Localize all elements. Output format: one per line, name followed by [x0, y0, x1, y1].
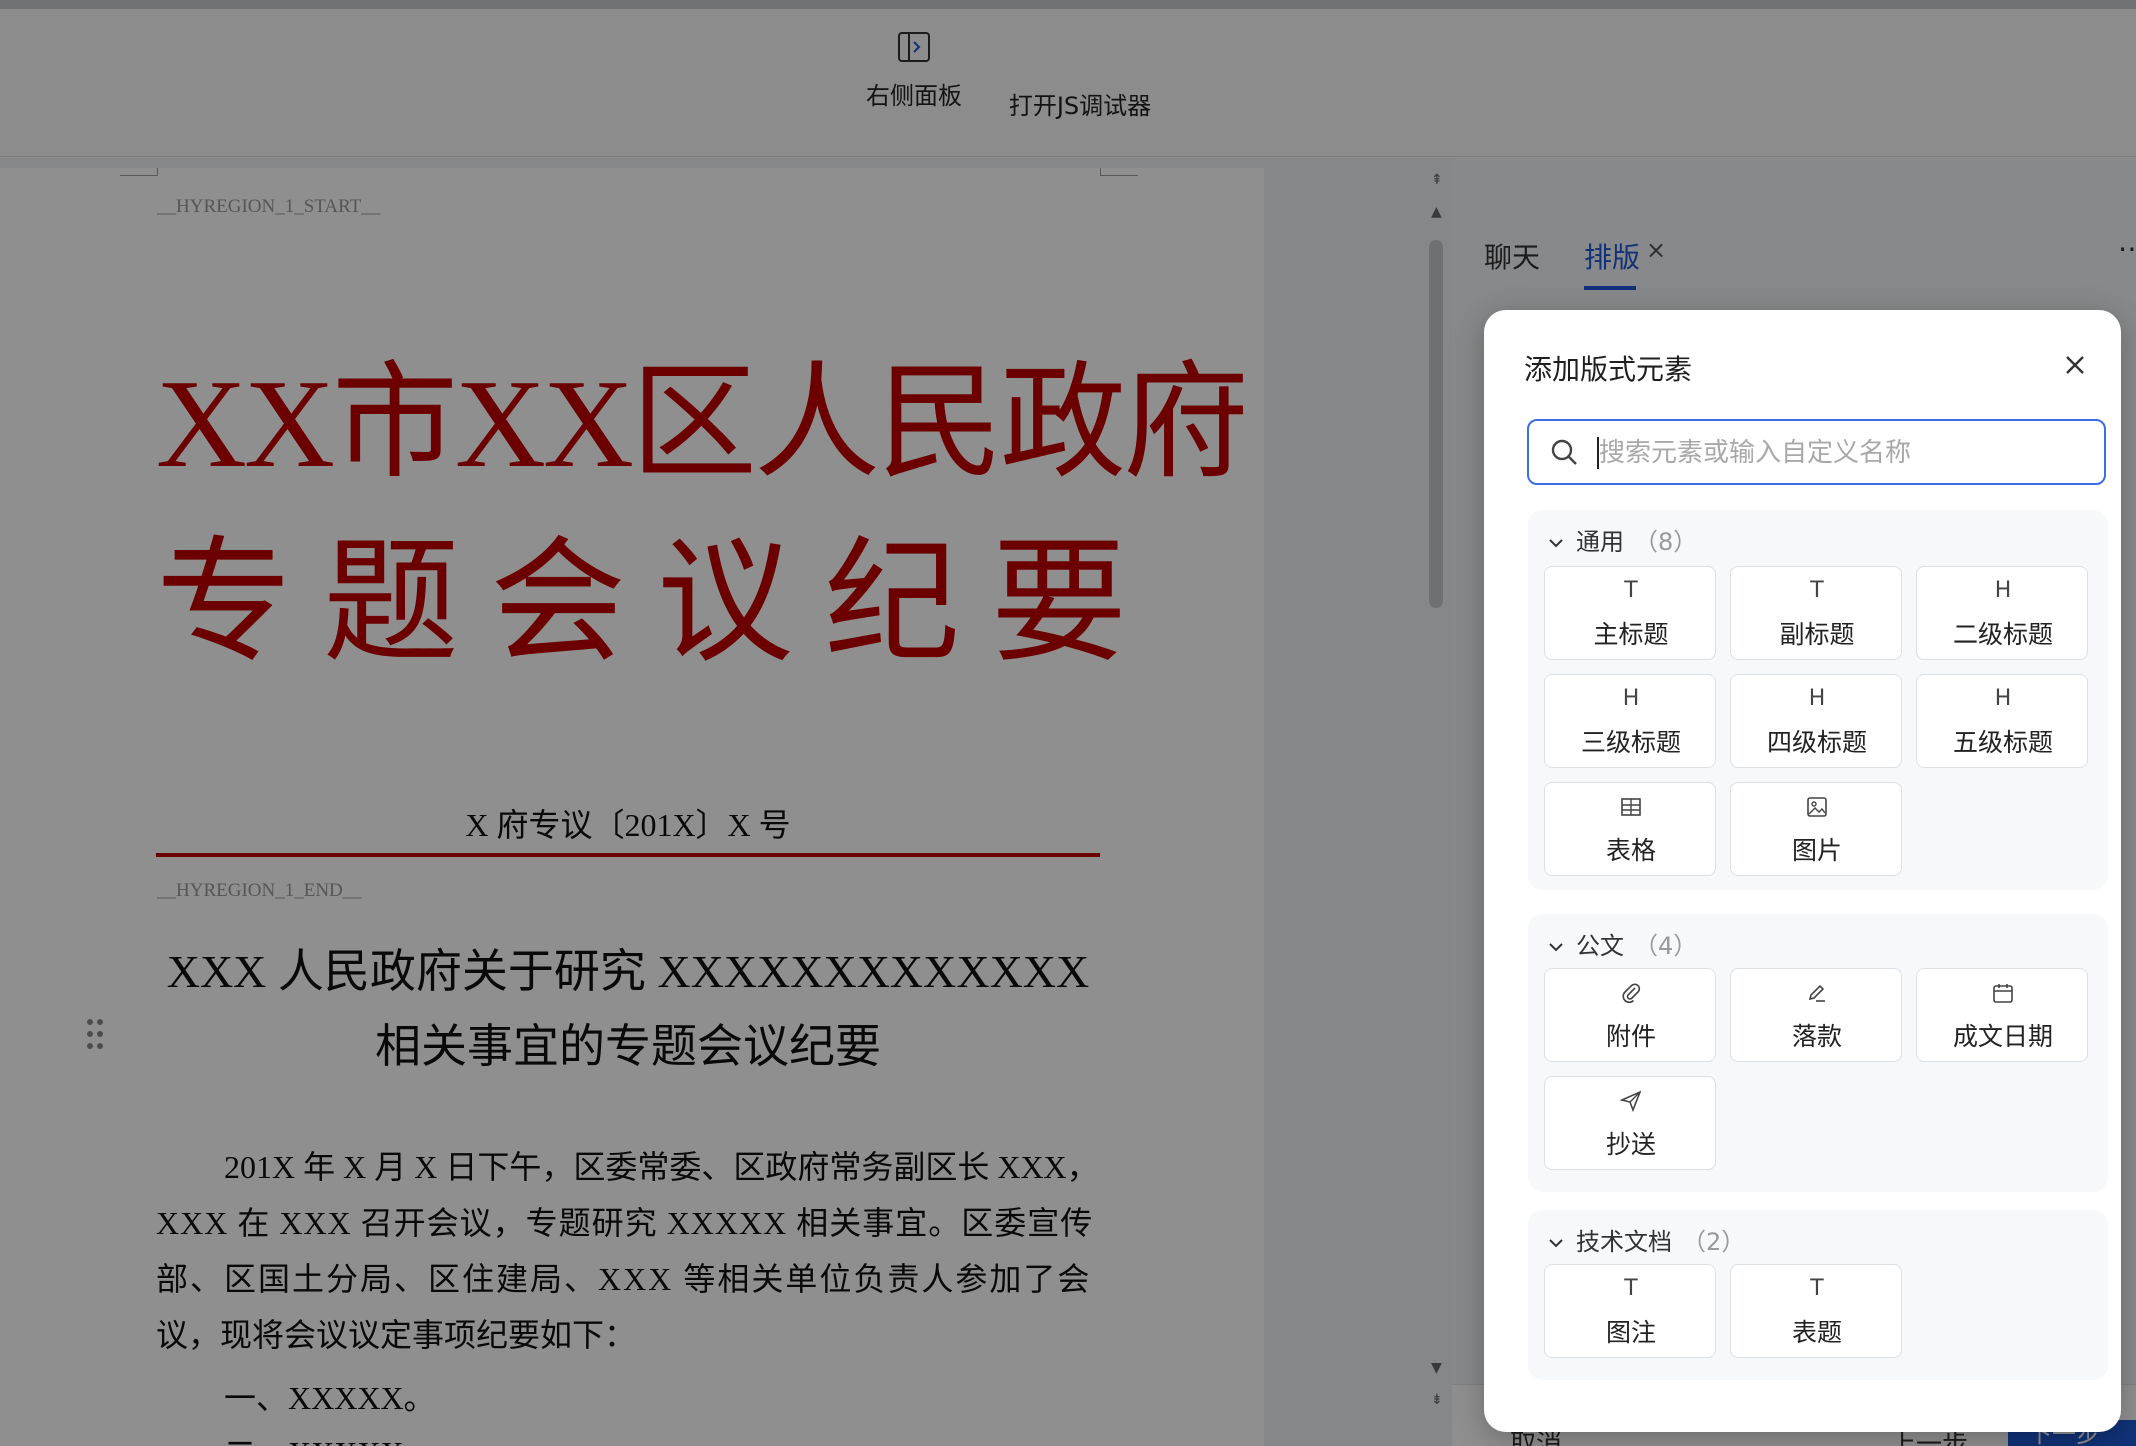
close-icon[interactable] — [2060, 350, 2090, 380]
pen-icon — [1808, 984, 1825, 1002]
text-t-icon: T — [1624, 1276, 1638, 1301]
element-table-caption[interactable]: T 表题 — [1730, 1264, 1902, 1358]
element-heading-4[interactable]: H 四级标题 — [1730, 674, 1902, 768]
element-main-title[interactable]: T 主标题 — [1544, 566, 1716, 660]
element-date[interactable]: 成文日期 — [1916, 968, 2088, 1062]
group-header-official[interactable]: 公文 （4） — [1548, 926, 1697, 961]
dialog-title: 添加版式元素 — [1524, 353, 1693, 386]
element-heading-5[interactable]: H 五级标题 — [1916, 674, 2088, 768]
element-table[interactable]: 表格 — [1544, 782, 1716, 876]
element-figure-caption[interactable]: T 图注 — [1544, 1264, 1716, 1358]
search-box[interactable] — [1527, 419, 2106, 485]
group-header-technical[interactable]: 技术文档 （2） — [1548, 1222, 1745, 1257]
send-icon — [1619, 1090, 1642, 1113]
image-icon — [1807, 797, 1827, 817]
chevron-down-icon — [1549, 943, 1563, 952]
element-label: 成文日期 — [1952, 1022, 2053, 1051]
element-image[interactable]: 图片 — [1730, 782, 1902, 876]
element-label: 二级标题 — [1952, 620, 2053, 649]
element-label: 落款 — [1791, 1022, 1842, 1051]
element-label: 主标题 — [1593, 620, 1669, 649]
group-count: （8） — [1634, 528, 1698, 556]
group-header-general[interactable]: 通用 （8） — [1548, 522, 1697, 557]
group-count: （2） — [1682, 1228, 1746, 1256]
element-signature[interactable]: 落款 — [1730, 968, 1902, 1062]
chevron-down-icon — [1549, 1239, 1563, 1248]
text-t-icon: T — [1624, 578, 1638, 603]
group-name: 技术文档 — [1576, 1228, 1672, 1256]
table-icon — [1621, 798, 1641, 816]
heading-h-icon: H — [1994, 686, 2012, 711]
group-technical-document: 技术文档 （2） T 图注 T 表题 — [1528, 1210, 2108, 1380]
text-t-icon: T — [1810, 1276, 1824, 1301]
element-label: 副标题 — [1779, 620, 1855, 649]
group-name: 公文 — [1576, 932, 1624, 960]
paperclip-icon — [1622, 983, 1641, 1003]
element-label: 四级标题 — [1766, 728, 1867, 757]
group-official-document: 公文 （4） 附件 落款 成文日期 抄送 — [1528, 914, 2108, 1192]
search-input[interactable] — [1599, 431, 2089, 475]
element-attachment[interactable]: 附件 — [1544, 968, 1716, 1062]
heading-h-icon: H — [1622, 686, 1640, 711]
chevron-down-icon — [1549, 539, 1563, 548]
element-label: 图片 — [1791, 836, 1842, 865]
heading-h-icon: H — [1994, 578, 2012, 603]
heading-h-icon: H — [1808, 686, 1826, 711]
text-t-icon: T — [1810, 578, 1824, 603]
element-label: 附件 — [1605, 1022, 1656, 1051]
group-general: 通用 （8） T 主标题 T 副标题 H 二级标题 H 三级标题 H 四级标题 H 五级标题 … — [1528, 510, 2108, 890]
add-layout-element-dialog: 添加版式元素 通用 （8） T 主标题 T 副标题 H 二级标题 H 三级标题 H 四级标题… — [1484, 310, 2121, 1432]
element-heading-3[interactable]: H 三级标题 — [1544, 674, 1716, 768]
group-count: （4） — [1634, 932, 1698, 960]
element-label: 三级标题 — [1580, 728, 1681, 757]
element-label: 表格 — [1605, 836, 1656, 865]
element-label: 表题 — [1791, 1318, 1842, 1347]
calendar-icon — [1993, 984, 2013, 1003]
element-label: 图注 — [1605, 1318, 1656, 1347]
element-cc[interactable]: 抄送 — [1544, 1076, 1716, 1170]
element-subtitle[interactable]: T 副标题 — [1730, 566, 1902, 660]
element-heading-2[interactable]: H 二级标题 — [1916, 566, 2088, 660]
element-label: 抄送 — [1605, 1130, 1656, 1159]
group-name: 通用 — [1576, 528, 1624, 556]
search-icon — [1551, 439, 1577, 465]
element-label: 五级标题 — [1952, 728, 2053, 757]
